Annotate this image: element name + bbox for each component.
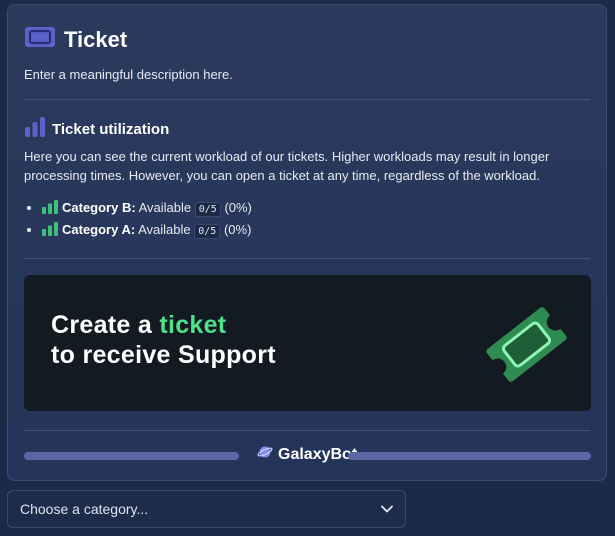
signal-bars-icon xyxy=(42,221,58,243)
section-title: Ticket utilization xyxy=(52,121,170,138)
category-status: Available xyxy=(138,222,191,237)
list-item: Category A: Available 0/5 (0%) xyxy=(42,219,252,241)
divider xyxy=(24,99,590,100)
category-status: Available xyxy=(138,200,192,215)
signal-bars-icon xyxy=(42,199,58,221)
footer-bar-right xyxy=(348,452,591,460)
category-count: 0/5 xyxy=(194,224,221,239)
embed-title: Ticket xyxy=(64,26,128,52)
ticket-illustration-icon xyxy=(479,297,574,397)
category-list: Category B: Available 0/5 (0%) Category … xyxy=(24,197,252,241)
chevron-down-icon[interactable] xyxy=(381,500,393,518)
divider xyxy=(24,258,590,259)
bar-chart-icon xyxy=(24,117,46,142)
category-count: 0/5 xyxy=(194,202,221,217)
create-ticket-banner: Create a ticket to receive Support xyxy=(24,275,591,411)
planet-icon xyxy=(257,444,273,465)
banner-line-1: Create a ticket xyxy=(51,311,227,339)
section-text: Here you can see the current workload of… xyxy=(24,149,550,183)
section-title-row: Ticket utilization xyxy=(24,117,169,142)
footer-brand: GalaxyBot xyxy=(257,444,357,465)
category-percent: (0%) xyxy=(224,200,252,215)
divider xyxy=(24,430,590,431)
brand-name: GalaxyBot xyxy=(278,445,358,463)
category-select-placeholder: Choose a category... xyxy=(20,501,149,517)
footer-bar-left xyxy=(24,452,239,460)
ticket-icon xyxy=(24,25,56,54)
category-name: Category B: xyxy=(62,200,136,215)
ticket-embed: Ticket Enter a meaningful description he… xyxy=(7,4,607,481)
list-item: Category B: Available 0/5 (0%) xyxy=(42,197,252,219)
embed-title-row: Ticket xyxy=(24,25,127,54)
category-percent: (0%) xyxy=(223,222,252,237)
embed-description: Enter a meaningful description here. xyxy=(24,67,233,82)
banner-line-2: to receive Support xyxy=(51,341,276,369)
banner-highlight: ticket xyxy=(159,311,227,339)
category-name: Category A: xyxy=(62,222,136,237)
category-select[interactable]: Choose a category... xyxy=(7,490,406,528)
